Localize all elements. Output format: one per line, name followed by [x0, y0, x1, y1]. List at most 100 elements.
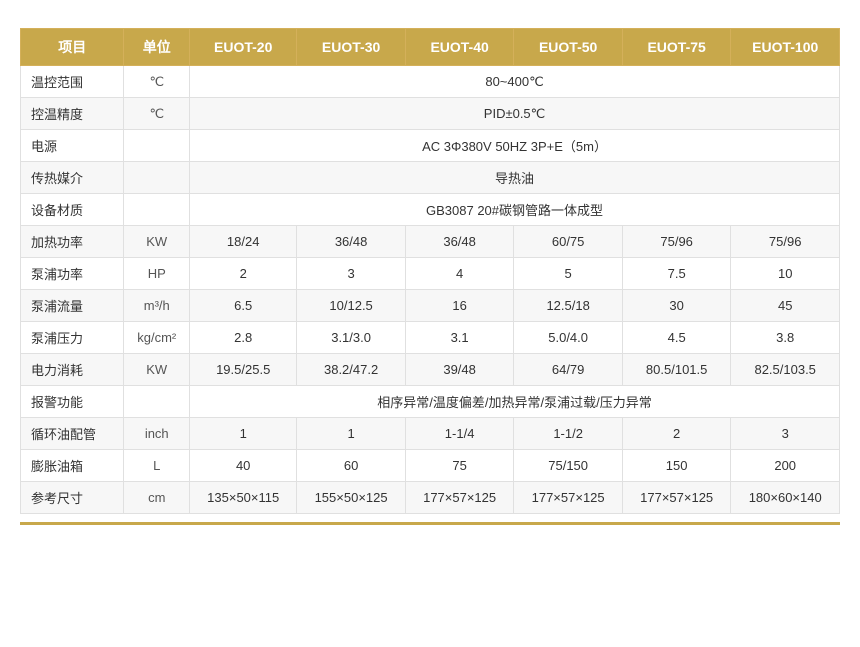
param-table: 项目 单位 EUOT-20 EUOT-30 EUOT-40 EUOT-50 EU…	[20, 28, 840, 514]
table-row: 泵浦流量m³/h6.510/12.51612.5/183045	[21, 290, 840, 322]
cell-value: 3.8	[731, 322, 840, 354]
cell-value: 1-1/4	[405, 418, 514, 450]
cell-unit: inch	[124, 418, 190, 450]
table-row: 温控范围℃80~400℃	[21, 66, 840, 98]
cell-label: 加热功率	[21, 226, 124, 258]
cell-value: 10/12.5	[297, 290, 406, 322]
cell-value: 200	[731, 450, 840, 482]
cell-value: 64/79	[514, 354, 623, 386]
cell-value: 2	[190, 258, 297, 290]
col-header-item: 项目	[21, 29, 124, 66]
table-row: 电力消耗KW19.5/25.538.2/47.239/4864/7980.5/1…	[21, 354, 840, 386]
table-row: 控温精度℃PID±0.5℃	[21, 98, 840, 130]
cell-value: 7.5	[622, 258, 731, 290]
table-row: 加热功率KW18/2436/4836/4860/7575/9675/96	[21, 226, 840, 258]
cell-value: 75/96	[622, 226, 731, 258]
col-header-euot50: EUOT-50	[514, 29, 623, 66]
cell-value: 5.0/4.0	[514, 322, 623, 354]
table-row: 电源 AC 3Φ380V 50HZ 3P+E（5m）	[21, 130, 840, 162]
cell-label: 控温精度	[21, 98, 124, 130]
table-row: 报警功能 相序异常/温度偏差/加热异常/泵浦过载/压力异常	[21, 386, 840, 418]
cell-value: 5	[514, 258, 623, 290]
cell-value: 82.5/103.5	[731, 354, 840, 386]
cell-value: 3.1/3.0	[297, 322, 406, 354]
cell-value-span: 相序异常/温度偏差/加热异常/泵浦过载/压力异常	[190, 386, 840, 418]
cell-unit: m³/h	[124, 290, 190, 322]
cell-label: 电力消耗	[21, 354, 124, 386]
cell-value-span: GB3087 20#碳钢管路一体成型	[190, 194, 840, 226]
cell-value: 39/48	[405, 354, 514, 386]
cell-value: 16	[405, 290, 514, 322]
cell-value-span: 80~400℃	[190, 66, 840, 98]
cell-label: 电源	[21, 130, 124, 162]
cell-value: 1	[297, 418, 406, 450]
cell-unit	[124, 386, 190, 418]
cell-value: 3	[731, 418, 840, 450]
table-row: 泵浦压力kg/cm²2.83.1/3.03.15.0/4.04.53.8	[21, 322, 840, 354]
cell-value: 3	[297, 258, 406, 290]
cell-value: 2.8	[190, 322, 297, 354]
cell-label: 温控范围	[21, 66, 124, 98]
col-header-euot75: EUOT-75	[622, 29, 731, 66]
cell-label: 泵浦压力	[21, 322, 124, 354]
cell-value: 177×57×125	[405, 482, 514, 514]
cell-value: 155×50×125	[297, 482, 406, 514]
col-header-euot100: EUOT-100	[731, 29, 840, 66]
cell-label: 泵浦流量	[21, 290, 124, 322]
cell-unit: L	[124, 450, 190, 482]
cell-value: 38.2/47.2	[297, 354, 406, 386]
cell-value: 18/24	[190, 226, 297, 258]
table-header-row: 项目 单位 EUOT-20 EUOT-30 EUOT-40 EUOT-50 EU…	[21, 29, 840, 66]
cell-value: 75	[405, 450, 514, 482]
cell-unit: kg/cm²	[124, 322, 190, 354]
cell-label: 参考尺寸	[21, 482, 124, 514]
cell-unit: KW	[124, 226, 190, 258]
cell-unit: ℃	[124, 98, 190, 130]
cell-value-span: 导热油	[190, 162, 840, 194]
col-header-euot40: EUOT-40	[405, 29, 514, 66]
cell-value: 10	[731, 258, 840, 290]
cell-unit: HP	[124, 258, 190, 290]
cell-value: 6.5	[190, 290, 297, 322]
cell-label: 泵浦功率	[21, 258, 124, 290]
cell-value-span: PID±0.5℃	[190, 98, 840, 130]
bottom-line	[20, 522, 840, 525]
cell-value: 177×57×125	[622, 482, 731, 514]
cell-label: 膨胀油箱	[21, 450, 124, 482]
col-header-unit: 单位	[124, 29, 190, 66]
cell-unit: KW	[124, 354, 190, 386]
cell-unit	[124, 162, 190, 194]
cell-value: 135×50×115	[190, 482, 297, 514]
table-row: 参考尺寸cm135×50×115155×50×125177×57×125177×…	[21, 482, 840, 514]
cell-value: 1-1/2	[514, 418, 623, 450]
cell-value: 180×60×140	[731, 482, 840, 514]
cell-value: 19.5/25.5	[190, 354, 297, 386]
cell-value: 12.5/18	[514, 290, 623, 322]
cell-value: 4	[405, 258, 514, 290]
table-row: 传热媒介 导热油	[21, 162, 840, 194]
table-row: 设备材质 GB3087 20#碳钢管路一体成型	[21, 194, 840, 226]
cell-unit: cm	[124, 482, 190, 514]
col-header-euot30: EUOT-30	[297, 29, 406, 66]
cell-value: 75/150	[514, 450, 623, 482]
cell-label: 设备材质	[21, 194, 124, 226]
cell-unit	[124, 194, 190, 226]
table-row: 泵浦功率HP23457.510	[21, 258, 840, 290]
cell-value: 60	[297, 450, 406, 482]
cell-value: 75/96	[731, 226, 840, 258]
cell-unit: ℃	[124, 66, 190, 98]
cell-value: 150	[622, 450, 731, 482]
cell-value: 36/48	[297, 226, 406, 258]
cell-label: 报警功能	[21, 386, 124, 418]
cell-value: 60/75	[514, 226, 623, 258]
cell-value: 1	[190, 418, 297, 450]
cell-value-span: AC 3Φ380V 50HZ 3P+E（5m）	[190, 130, 840, 162]
table-row: 膨胀油箱L40607575/150150200	[21, 450, 840, 482]
cell-value: 45	[731, 290, 840, 322]
cell-value: 30	[622, 290, 731, 322]
cell-value: 40	[190, 450, 297, 482]
col-header-euot20: EUOT-20	[190, 29, 297, 66]
cell-label: 传热媒介	[21, 162, 124, 194]
table-row: 循环油配管inch111-1/41-1/223	[21, 418, 840, 450]
cell-value: 80.5/101.5	[622, 354, 731, 386]
